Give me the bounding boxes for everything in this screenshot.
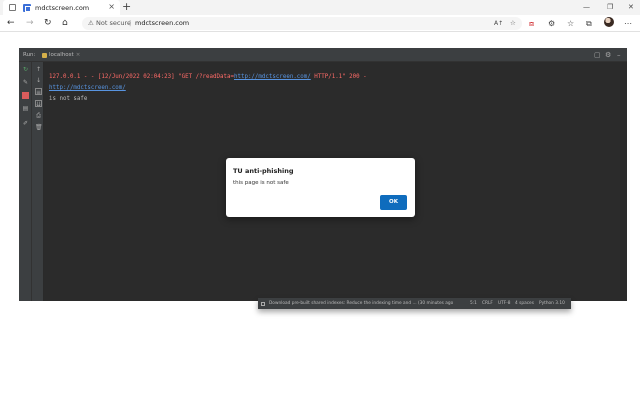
- run-panel-header: Run: localhost × ▢ ⚙ –: [19, 48, 627, 62]
- home-button[interactable]: ⌂: [62, 17, 68, 29]
- site-favicon-icon: [23, 3, 31, 12]
- console-output: 127.0.0.1 - - [12/Jun/2022 02:04:23] "GE…: [49, 72, 609, 105]
- back-button[interactable]: ←: [7, 17, 15, 29]
- profile-avatar[interactable]: [604, 17, 614, 27]
- console-line: is not safe: [49, 94, 609, 105]
- wrench-icon[interactable]: ✎: [22, 79, 29, 86]
- notification-icon[interactable]: [261, 301, 265, 306]
- ide-status-bar: Download pre-built shared indexes: Reduc…: [258, 298, 571, 309]
- restore-button[interactable]: ❐: [607, 0, 613, 14]
- scroll-up-icon[interactable]: ↑: [35, 66, 42, 73]
- tab-actions-icon[interactable]: [9, 4, 16, 11]
- tab-title: mdctscreen.com: [35, 3, 90, 12]
- extension-icon[interactable]: ⧈: [529, 18, 534, 29]
- favorites-icon[interactable]: ☆: [567, 18, 574, 29]
- dialog-message: this page is not safe: [233, 180, 289, 186]
- print-icon[interactable]: ⎙: [35, 112, 42, 119]
- phishing-alert-dialog: TU anti-phishing this page is not safe O…: [226, 158, 415, 217]
- forward-button[interactable]: →: [26, 17, 34, 29]
- address-separator: |: [129, 19, 132, 27]
- new-tab-button[interactable]: +: [122, 0, 131, 14]
- status-message[interactable]: Download pre-built shared indexes: Reduc…: [269, 298, 453, 309]
- line-separator[interactable]: CRLF: [482, 298, 493, 309]
- warning-icon[interactable]: ⚠: [88, 17, 94, 30]
- soft-wrap-icon[interactable]: ≡: [35, 88, 42, 96]
- more-menu-icon[interactable]: ⋯: [624, 18, 632, 29]
- run-tab-label: localhost: [49, 52, 74, 58]
- trash-icon[interactable]: 🗑: [35, 124, 43, 131]
- run-label: Run:: [23, 52, 36, 58]
- scroll-down-icon[interactable]: ↓: [35, 77, 42, 84]
- scroll-to-end-icon[interactable]: ⇊: [35, 100, 42, 108]
- console-line: 127.0.0.1 - - [12/Jun/2022 02:04:23] "GE…: [49, 72, 609, 83]
- address-url[interactable]: mdctscreen.com: [135, 17, 189, 30]
- console-output-text: is not safe: [49, 96, 88, 102]
- puzzle-icon[interactable]: ⚙: [548, 18, 555, 29]
- console-line: http://mdctscreen.com/: [49, 83, 609, 94]
- run-tab-localhost[interactable]: localhost ×: [38, 49, 86, 61]
- console-log-text: 127.0.0.1 - - [12/Jun/2022 02:04:23] "GE…: [49, 74, 234, 80]
- read-aloud-icon[interactable]: A↑: [494, 17, 503, 30]
- cursor-position[interactable]: 5:1: [470, 298, 477, 309]
- stop-icon[interactable]: [22, 92, 29, 99]
- address-bar[interactable]: ⚠ Not secure | mdctscreen.com A↑ ☆: [82, 17, 522, 30]
- hide-panel-icon[interactable]: –: [617, 48, 621, 62]
- pin-icon[interactable]: ✐: [22, 120, 29, 127]
- run-toolbar: ↻ ✎ ▤ ✐: [19, 62, 32, 301]
- python-interpreter[interactable]: Python 3.10: [539, 298, 565, 309]
- minimize-button[interactable]: —: [583, 0, 590, 14]
- security-label[interactable]: Not secure: [96, 17, 131, 30]
- console-link[interactable]: http://mdctscreen.com/: [234, 74, 311, 80]
- settings-gear-icon[interactable]: ⚙: [605, 48, 611, 62]
- browser-tab[interactable]: mdctscreen.com ×: [3, 0, 120, 15]
- run-tab-close-button[interactable]: ×: [76, 49, 81, 61]
- file-encoding[interactable]: UTF-8: [498, 298, 511, 309]
- browser-toolbar: ← → ↻ ⌂ ⚠ Not secure | mdctscreen.com A↑…: [0, 15, 640, 32]
- python-icon: [42, 52, 47, 58]
- favorite-star-icon[interactable]: ☆: [510, 17, 516, 30]
- tab-strip: mdctscreen.com × + — ❐ ✕: [0, 0, 640, 15]
- refresh-button[interactable]: ↻: [44, 17, 52, 29]
- ok-button[interactable]: OK: [380, 195, 407, 210]
- dialog-title: TU anti-phishing: [233, 167, 294, 175]
- tab-close-button[interactable]: ×: [108, 2, 115, 11]
- indent-setting[interactable]: 4 spaces: [515, 298, 534, 309]
- console-log-text: HTTP/1.1" 200 -: [310, 74, 367, 80]
- layout-toggle-icon[interactable]: ▤: [22, 105, 29, 112]
- rerun-icon[interactable]: ↻: [22, 66, 29, 73]
- console-link[interactable]: http://mdctscreen.com/: [49, 85, 126, 91]
- close-window-button[interactable]: ✕: [628, 0, 634, 14]
- layout-icon[interactable]: ▢: [594, 48, 601, 62]
- console-toolbar: ↑ ↓ ≡ ⇊ ⎙ 🗑: [32, 62, 44, 301]
- collections-icon[interactable]: ⧉: [586, 18, 592, 29]
